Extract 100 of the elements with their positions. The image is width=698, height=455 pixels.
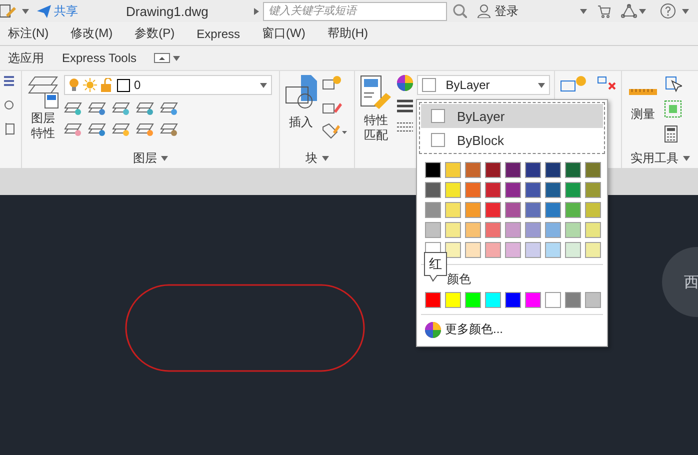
color-swatch[interactable] <box>425 202 441 218</box>
color-dropdown[interactable]: ByLayer <box>416 75 550 95</box>
layer-icon[interactable] <box>88 121 106 137</box>
caret-icon[interactable] <box>161 156 168 160</box>
help-icon[interactable] <box>660 3 676 19</box>
color-swatch[interactable] <box>485 222 501 238</box>
caret-icon[interactable] <box>682 156 690 160</box>
layer-icon[interactable] <box>64 121 82 137</box>
measure-button[interactable]: 测量 <box>626 75 660 148</box>
caret-icon[interactable] <box>580 8 588 14</box>
color-swatch[interactable] <box>585 242 601 258</box>
color-swatch[interactable] <box>585 222 601 238</box>
menu-item[interactable]: 帮助(H) <box>327 25 368 42</box>
share-link[interactable]: 共享 <box>54 2 78 20</box>
caret-icon[interactable] <box>639 8 646 14</box>
login-link[interactable]: 登录 <box>494 2 518 20</box>
color-swatch[interactable] <box>565 182 581 198</box>
color-swatch[interactable] <box>565 162 581 178</box>
select-all-icon[interactable] <box>664 100 682 118</box>
color-swatch[interactable] <box>485 292 501 308</box>
menu-item[interactable]: 窗口(W) <box>262 25 306 42</box>
color-swatch-icon[interactable] <box>117 78 130 92</box>
panel-toggle-icon[interactable] <box>154 53 170 63</box>
layer-icon[interactable] <box>160 121 178 137</box>
layer-dropdown[interactable]: 0 <box>64 75 272 95</box>
color-swatch[interactable] <box>565 242 581 258</box>
menu-item[interactable]: 标注(N) <box>8 25 49 42</box>
menu-item[interactable]: Express <box>196 26 240 40</box>
search-field[interactable]: 键入关键字或短语 <box>263 2 448 20</box>
insert-button[interactable]: 插入 <box>284 75 318 148</box>
color-swatch[interactable] <box>465 292 481 308</box>
caret-icon[interactable] <box>22 8 29 14</box>
caret-icon[interactable] <box>173 56 180 60</box>
color-swatch[interactable] <box>445 202 461 218</box>
color-swatch[interactable] <box>545 182 561 198</box>
cart-icon[interactable] <box>597 4 612 18</box>
panel-title[interactable]: 实用工具 <box>622 148 698 168</box>
layer-icon[interactable] <box>112 121 130 137</box>
group-icon[interactable] <box>559 75 587 93</box>
color-swatch[interactable] <box>425 292 441 308</box>
lineweight-icon[interactable] <box>396 99 413 113</box>
layer-icon[interactable] <box>136 100 154 116</box>
send-icon[interactable] <box>37 4 51 18</box>
color-swatch[interactable] <box>585 182 601 198</box>
layer-icon[interactable] <box>88 100 106 116</box>
color-swatch[interactable] <box>505 222 521 238</box>
lightbulb-icon[interactable] <box>69 78 79 92</box>
tag-edit-icon[interactable] <box>322 123 348 139</box>
color-swatch[interactable] <box>565 202 581 218</box>
color-swatch[interactable] <box>505 292 521 308</box>
app-icon[interactable] <box>0 3 16 19</box>
color-swatch[interactable] <box>425 222 441 238</box>
menu-item[interactable]: 修改(M) <box>70 25 113 42</box>
color-swatch[interactable] <box>485 202 501 218</box>
search-icon[interactable] <box>453 4 468 18</box>
color-swatch[interactable] <box>505 182 521 198</box>
layer-properties-button[interactable]: 图层特性 <box>26 75 60 148</box>
panel-title[interactable]: 块 <box>280 148 354 168</box>
layer-icon[interactable] <box>160 100 178 116</box>
color-wheel-icon[interactable] <box>425 322 441 338</box>
color-swatch[interactable] <box>485 242 501 258</box>
color-swatch[interactable] <box>465 202 481 218</box>
color-swatch[interactable] <box>585 202 601 218</box>
color-swatch[interactable] <box>445 182 461 198</box>
color-swatch[interactable] <box>565 222 581 238</box>
create-block-icon[interactable] <box>322 75 342 91</box>
color-swatch[interactable] <box>505 162 521 178</box>
color-swatch[interactable] <box>465 162 481 178</box>
color-option[interactable]: ByLayer <box>421 104 603 128</box>
color-swatch[interactable] <box>525 222 541 238</box>
quick-select-icon[interactable] <box>664 75 682 93</box>
color-swatch[interactable] <box>525 292 541 308</box>
color-swatch[interactable] <box>545 292 561 308</box>
color-swatch[interactable] <box>485 182 501 198</box>
caret-icon[interactable] <box>538 82 545 88</box>
ribbon-tab[interactable]: 选应用 <box>8 50 44 66</box>
color-swatch[interactable] <box>505 202 521 218</box>
color-swatch[interactable] <box>465 242 481 258</box>
color-swatch[interactable] <box>445 162 461 178</box>
layer-icon[interactable] <box>64 100 82 116</box>
color-swatch[interactable] <box>445 242 461 258</box>
linetype-icon[interactable] <box>396 121 413 133</box>
match-properties-button[interactable]: 特性匹配 <box>359 75 393 168</box>
color-swatch[interactable] <box>525 242 541 258</box>
color-swatch[interactable] <box>465 222 481 238</box>
color-swatch[interactable] <box>525 182 541 198</box>
color-swatch[interactable] <box>505 242 521 258</box>
network-icon[interactable] <box>621 4 638 18</box>
color-swatch[interactable] <box>465 182 481 198</box>
layer-icon[interactable] <box>136 121 154 137</box>
menu-item[interactable]: 参数(P) <box>134 25 175 42</box>
more-colors-button[interactable]: 更多颜色... <box>419 317 510 344</box>
caret-icon[interactable] <box>682 8 690 14</box>
caret-icon[interactable] <box>322 156 328 160</box>
color-swatch[interactable] <box>585 292 601 308</box>
color-swatch[interactable] <box>445 222 461 238</box>
color-swatch[interactable] <box>545 222 561 238</box>
color-wheel-icon[interactable] <box>396 75 413 91</box>
color-swatch[interactable] <box>425 162 441 178</box>
color-swatch[interactable] <box>485 162 501 178</box>
